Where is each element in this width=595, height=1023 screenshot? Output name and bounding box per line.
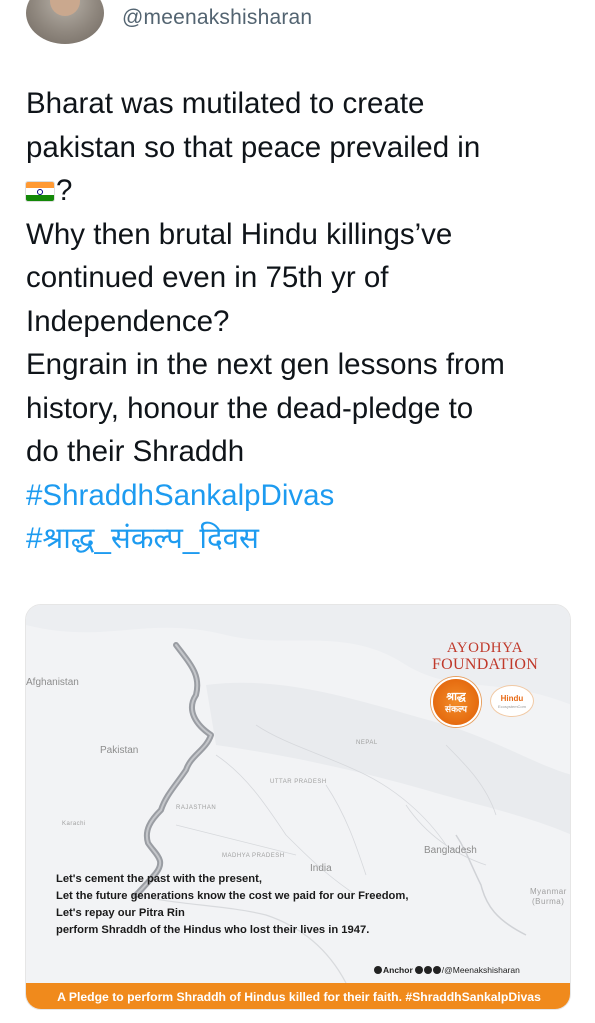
instagram-icon [432, 966, 441, 974]
map-label-uttar-pradesh: UTTAR PRADESH [270, 779, 327, 785]
tweet-media-image[interactable]: Afghanistan Pakistan Bangladesh Myanmar … [25, 604, 571, 1010]
pledge-line: Let's repay our Pitra Rin [56, 907, 185, 919]
pledge-banner: A Pledge to perform Shraddh of Hindus ki… [26, 983, 570, 1009]
user-handle[interactable]: @meenakshisharan [122, 6, 312, 30]
tweet-line: ? [26, 169, 586, 213]
map-label-rajasthan: RAJASTHAN [176, 805, 217, 811]
tweet-text: Bharat was mutilated to create pakistan … [26, 82, 586, 561]
tweet-line: Engrain in the next gen lessons from [26, 348, 505, 381]
map-label-myanmar: Myanmar [530, 887, 567, 896]
hindu-ecosystem-logo: Hindu EcosystemCom [490, 685, 534, 717]
tweet-line: do their Shraddh [26, 435, 245, 468]
map-label-karachi: Karachi [62, 821, 86, 827]
ayodhya-foundation-logo: AYODHYA FOUNDATION [431, 640, 539, 674]
tweet-line: Bharat was mutilated to create [26, 87, 425, 120]
image-credits: Anchor /@Meenakshisharan [374, 963, 520, 977]
pledge-line: perform Shraddh of the Hindus who lost t… [56, 924, 370, 936]
map-label-bangladesh: Bangladesh [424, 845, 477, 856]
tweet-line: continued even in 75th yr of [26, 261, 389, 294]
hashtag-link-hindi[interactable]: #श्राद्ध_संकल्प_दिवस [26, 517, 586, 561]
map-label-afghanistan: Afghanistan [26, 677, 79, 688]
tweet-header: @meenakshisharan [0, 0, 595, 52]
twitter-icon [423, 966, 432, 974]
india-flag-icon [26, 182, 54, 201]
map-label-burma: (Burma) [532, 897, 565, 906]
anchor-icon [374, 966, 382, 974]
tweet-line: Why then brutal Hindu killings’ve [26, 217, 453, 251]
pledge-line: Let's cement the past with the present, [56, 873, 262, 885]
facebook-icon [414, 966, 423, 974]
hashtag-link-english[interactable]: #ShraddhSankalpDivas [26, 474, 586, 518]
pledge-line: Let the future generations know the cost… [56, 890, 409, 902]
avatar[interactable] [26, 0, 104, 44]
tweet-line: Independence? [26, 304, 230, 338]
pledge-text: Let's cement the past with the present, … [56, 871, 496, 939]
map-label-madhya-pradesh: MADHYA PRADESH [222, 853, 285, 859]
map-label-pakistan: Pakistan [100, 745, 139, 756]
tweet-line: pakistan so that peace prevailed in [26, 130, 481, 164]
tweet-line: history, honour the dead-pledge to [26, 391, 474, 425]
shraddh-sankalp-logo: श्राद्ध संकल्प [431, 677, 481, 727]
map-label-nepal: NEPAL [356, 740, 378, 746]
